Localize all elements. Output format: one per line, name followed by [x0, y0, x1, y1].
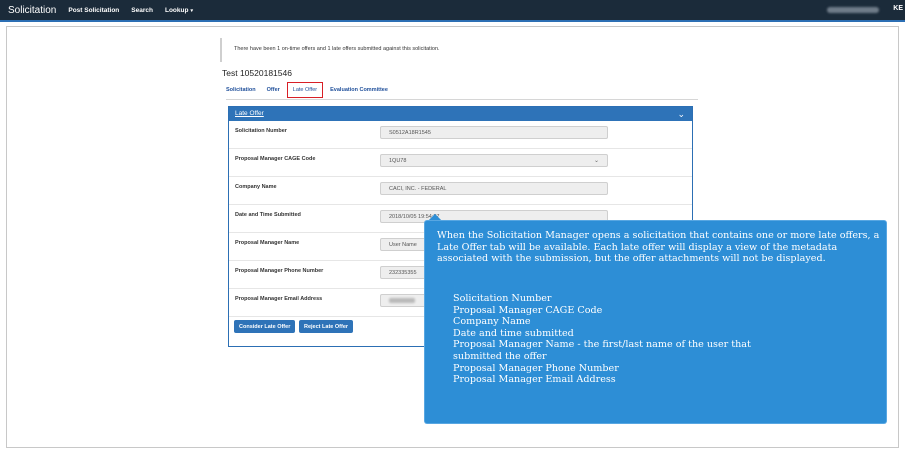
chevron-down-icon[interactable]: ⌄ — [677, 108, 685, 120]
callout-list-item: Solicitation Number — [453, 293, 552, 304]
late-offer-panel-header[interactable]: Late Offer ⌄ — [229, 107, 692, 121]
top-navbar: Solicitation Post Solicitation Search Lo… — [0, 0, 905, 22]
callout-list-item: Proposal Manager Phone Number — [453, 362, 619, 374]
field-label: Proposal Manager Email Address — [235, 296, 323, 302]
caret-down-icon: ▾ — [190, 7, 193, 14]
field-label: Proposal Manager Phone Number — [235, 268, 324, 274]
user-initials[interactable]: KE — [893, 5, 903, 12]
callout-list-item: Proposal Manager Email Address — [453, 374, 616, 386]
field-label: Company Name — [235, 184, 277, 190]
chevron-down-icon: ⌄ — [593, 158, 599, 164]
field-row-solicitation-number: Solicitation Number S0512A18R1545 — [229, 121, 692, 149]
offers-notice-text: There have been 1 on-time offers and 1 l… — [234, 46, 440, 52]
page-title: Test 10520181546 — [222, 68, 292, 78]
email-redacted — [389, 298, 415, 304]
late-offer-panel-title[interactable]: Late Offer — [235, 110, 264, 117]
field-label: Proposal Manager Name — [235, 240, 300, 246]
reject-late-offer-button[interactable]: Reject Late Offer — [299, 320, 354, 333]
callout-list-item: Proposal Manager Name - the first/last n… — [453, 339, 751, 351]
callout-field-list: Solicitation Number Proposal Manager CAG… — [453, 293, 873, 386]
callout-list-item: Date and time submitted — [453, 327, 574, 339]
field-row-company-name: Company Name CACI, INC. - FEDERAL — [229, 177, 692, 205]
callout-list-item: submitted the offer — [453, 350, 547, 362]
callout-list-item: Proposal Manager CAGE Code — [453, 304, 603, 316]
cage-code-select[interactable]: 1QU78 ⌄ — [380, 154, 608, 167]
callout-list-item: Company Name — [453, 316, 531, 328]
tab-evaluation-committee[interactable]: Evaluation Committee — [330, 87, 388, 93]
solicitation-tabs: Solicitation Offer Late Offer Evaluation… — [226, 82, 399, 98]
callout-intro: When the Solicitation Manager opens a so… — [437, 230, 880, 265]
app-brand[interactable]: Solicitation — [0, 5, 68, 16]
nav-lookup[interactable]: Lookup ▾ — [165, 7, 193, 14]
nav-post-solicitation[interactable]: Post Solicitation — [68, 7, 119, 14]
tab-late-offer[interactable]: Late Offer — [286, 82, 324, 98]
field-label: Solicitation Number — [235, 128, 287, 134]
company-name-field: CACI, INC. - FEDERAL — [380, 182, 608, 195]
field-label: Proposal Manager CAGE Code — [235, 156, 316, 162]
user-name-redacted[interactable] — [827, 7, 879, 13]
offers-notice: There have been 1 on-time offers and 1 l… — [220, 38, 698, 62]
nav-lookup-label: Lookup — [164, 6, 189, 14]
tab-divider — [226, 99, 698, 100]
field-row-cage-code: Proposal Manager CAGE Code 1QU78 ⌄ — [229, 149, 692, 177]
tab-offer[interactable]: Offer — [267, 87, 280, 93]
cage-code-value: 1QU78 — [389, 158, 407, 164]
help-callout: When the Solicitation Manager opens a so… — [425, 221, 886, 423]
tab-solicitation[interactable]: Solicitation — [226, 87, 256, 93]
solicitation-number-field: S0512A18R1545 — [380, 126, 608, 139]
consider-late-offer-button[interactable]: Consider Late Offer — [234, 320, 296, 333]
field-label: Date and Time Submitted — [235, 212, 301, 218]
nav-search[interactable]: Search — [131, 7, 153, 14]
